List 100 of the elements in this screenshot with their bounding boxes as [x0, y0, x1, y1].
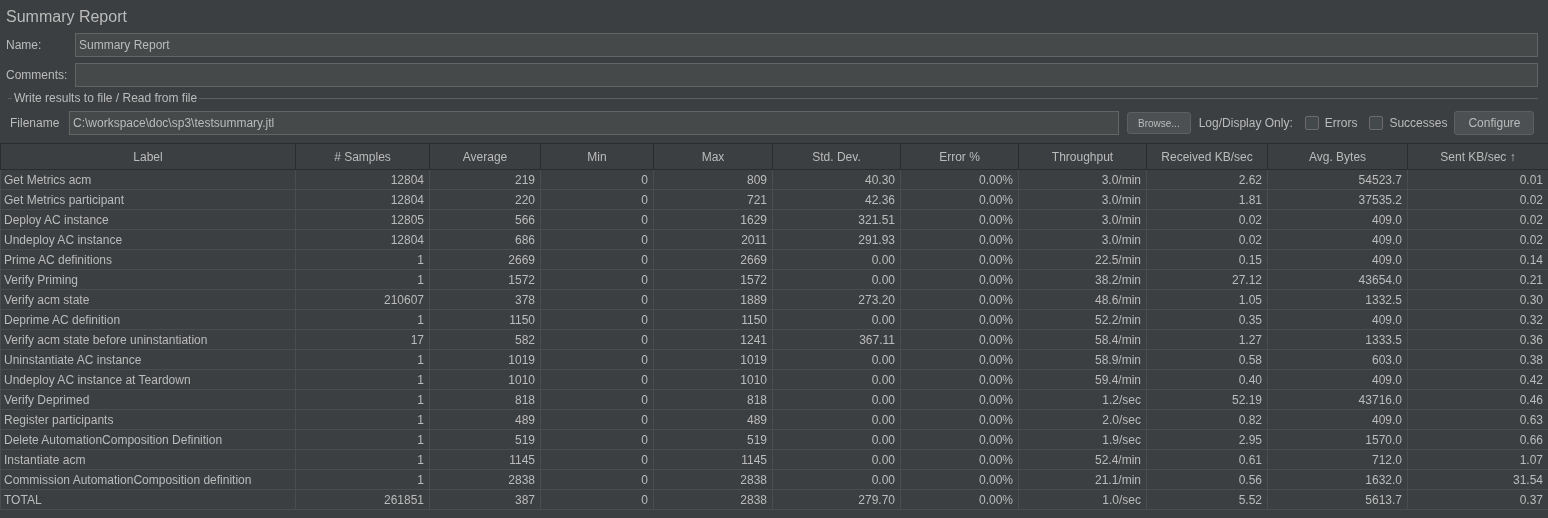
table-cell: Verify acm state	[0, 289, 296, 310]
table-cell: 17	[295, 329, 430, 350]
table-cell: 0.02	[1146, 229, 1268, 250]
table-cell: 0	[540, 449, 654, 470]
table-cell: 1629	[653, 209, 773, 230]
table-cell: 1241	[653, 329, 773, 350]
table-cell: 0.00%	[900, 309, 1019, 330]
table-cell: 0.00	[772, 409, 901, 430]
log-display-label: Log/Display Only:	[1198, 115, 1293, 132]
table-cell: 1632.0	[1267, 469, 1408, 490]
table-cell: 0.00%	[900, 449, 1019, 470]
table-cell: 37535.2	[1267, 189, 1408, 210]
comments-field[interactable]	[75, 63, 1538, 87]
table-cell: 0.00	[772, 309, 901, 330]
table-cell: Deprime AC definition	[0, 309, 296, 330]
table-cell: 2669	[429, 249, 541, 270]
table-cell: 0.61	[1146, 449, 1268, 470]
table-cell: 1	[295, 409, 430, 430]
table-cell: 0	[540, 289, 654, 310]
table-cell: 0.15	[1146, 249, 1268, 270]
table-cell: 1.0/sec	[1018, 489, 1147, 510]
table-cell: 1145	[429, 449, 541, 470]
table-cell: 1333.5	[1267, 329, 1408, 350]
table-cell: Undeploy AC instance	[0, 229, 296, 250]
table-cell: 0	[540, 369, 654, 390]
table-cell: 686	[429, 229, 541, 250]
table-cell: 0.00%	[900, 409, 1019, 430]
column-header[interactable]: Error %	[900, 143, 1019, 170]
browse-button[interactable]: Browse...	[1127, 112, 1191, 134]
table-cell: 0	[540, 209, 654, 230]
table-cell: 0.00%	[900, 429, 1019, 450]
table-cell: 519	[429, 429, 541, 450]
table-cell: 0.58	[1146, 349, 1268, 370]
table-cell: 0.00%	[900, 369, 1019, 390]
table-cell: 0.00	[772, 429, 901, 450]
table-cell: 818	[653, 389, 773, 410]
comments-label: Comments:	[6, 67, 69, 84]
column-header[interactable]: Max	[653, 143, 773, 170]
table-cell: 0.00	[772, 269, 901, 290]
filename-field[interactable]: C:\workspace\doc\sp3\testsummary.jtl	[69, 111, 1119, 135]
table-cell: 409.0	[1267, 369, 1408, 390]
table-cell: 1	[295, 269, 430, 290]
table-cell: Verify Priming	[0, 269, 296, 290]
checkbox[interactable]	[1369, 116, 1384, 130]
table-cell: 0	[540, 469, 654, 490]
table-cell: 12805	[295, 209, 430, 230]
table-cell: 489	[653, 409, 773, 430]
table-cell: 387	[429, 489, 541, 510]
column-header[interactable]: # Samples	[295, 143, 430, 170]
table-cell: 0	[540, 329, 654, 350]
table-cell: 1	[295, 389, 430, 410]
table-cell: 22.5/min	[1018, 249, 1147, 270]
table-cell: 1.2/sec	[1018, 389, 1147, 410]
table-cell: 43716.0	[1267, 389, 1408, 410]
table-cell: 0.00%	[900, 349, 1019, 370]
table-cell: 0	[540, 489, 654, 510]
table-cell: 0.00%	[900, 469, 1019, 490]
table-cell: 21.1/min	[1018, 469, 1147, 490]
name-field[interactable]: Summary Report	[75, 33, 1538, 57]
table-cell: 0	[540, 169, 654, 190]
table-cell: 2838	[429, 469, 541, 490]
table-cell: 0.00%	[900, 229, 1019, 250]
table-cell: 1	[295, 469, 430, 490]
table-cell: Commission AutomationComposition definition	[0, 469, 296, 490]
table-cell: 1572	[653, 269, 773, 290]
column-header[interactable]: Average	[429, 143, 541, 170]
table-cell: 1	[295, 369, 430, 390]
table-cell: 0.00%	[900, 269, 1019, 290]
table-cell: 5613.7	[1267, 489, 1408, 510]
checkbox[interactable]	[1304, 116, 1319, 130]
table-cell: 409.0	[1267, 309, 1408, 330]
table-cell: 603.0	[1267, 349, 1408, 370]
column-header[interactable]: Avg. Bytes	[1267, 143, 1408, 170]
table-cell: 0.02	[1146, 209, 1268, 230]
column-header[interactable]: Sent KB/sec ↑	[1407, 143, 1548, 170]
table-cell: 54523.7	[1267, 169, 1408, 190]
column-header[interactable]: Std. Dev.	[772, 143, 901, 170]
column-header[interactable]: Label	[0, 143, 296, 170]
table-cell: 409.0	[1267, 249, 1408, 270]
table-cell: 3.0/min	[1018, 209, 1147, 230]
table-cell: 1570.0	[1267, 429, 1408, 450]
table-cell: 0.00	[772, 469, 901, 490]
column-header[interactable]: Received KB/sec	[1146, 143, 1268, 170]
table-cell: 3.0/min	[1018, 229, 1147, 250]
table-cell: 2838	[653, 489, 773, 510]
name-label: Name:	[6, 37, 43, 54]
column-header[interactable]: Min	[540, 143, 654, 170]
table-cell: Get Metrics participant	[0, 189, 296, 210]
checkbox-label: Errors	[1324, 115, 1358, 132]
column-header[interactable]: Throughput	[1018, 143, 1147, 170]
table-cell: 1889	[653, 289, 773, 310]
table-cell: 42.36	[772, 189, 901, 210]
panel-title: Summary Report	[6, 7, 128, 27]
table-cell: 1.05	[1146, 289, 1268, 310]
configure-button[interactable]: Configure	[1454, 111, 1535, 135]
table-cell: 52.4/min	[1018, 449, 1147, 470]
table-cell: 1	[295, 449, 430, 470]
table-cell: 0.00%	[900, 249, 1019, 270]
table-cell: 12804	[295, 189, 430, 210]
table-cell: 321.51	[772, 209, 901, 230]
